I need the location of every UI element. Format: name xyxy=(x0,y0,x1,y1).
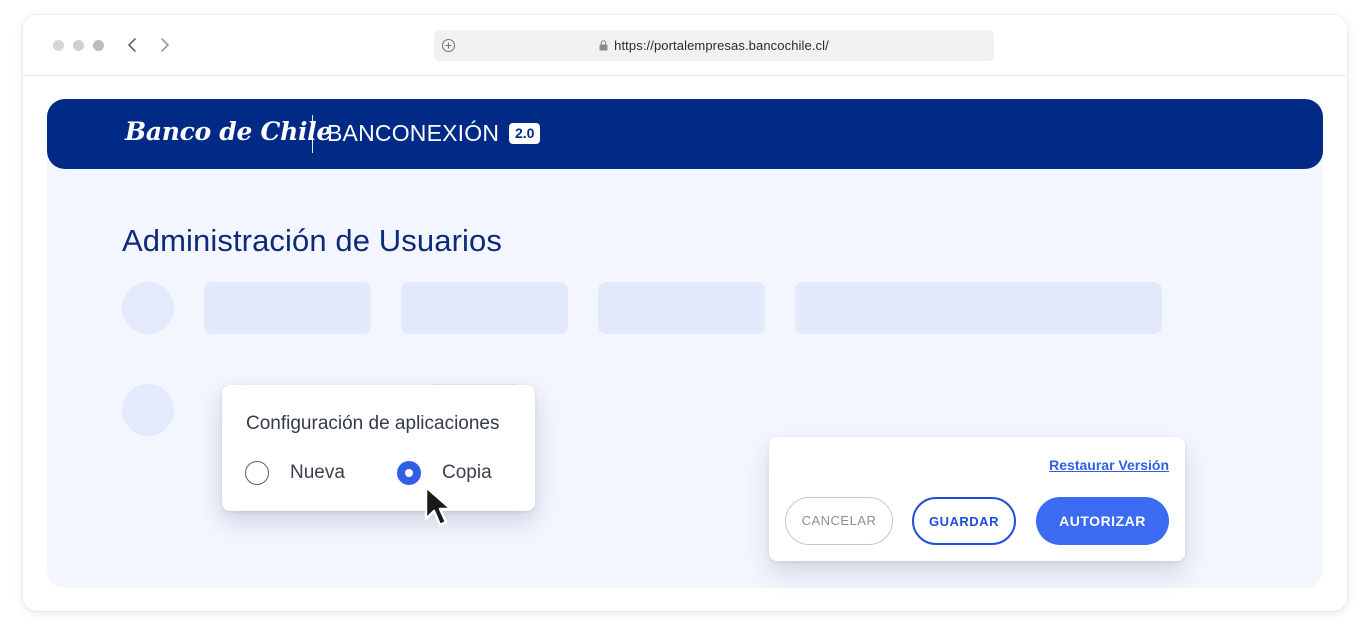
skeleton-block xyxy=(598,282,765,334)
product-name: BANCONEXIÓN xyxy=(327,120,500,146)
back-arrow-icon[interactable] xyxy=(123,35,141,55)
skeleton-block xyxy=(795,282,1162,334)
restore-version-link[interactable]: Restaurar Versión xyxy=(1049,457,1169,473)
window-close-dot[interactable] xyxy=(53,40,64,51)
browser-window: https://portalempresas.bancochile.cl/ Ba… xyxy=(23,15,1347,611)
forward-arrow-icon[interactable] xyxy=(156,35,174,55)
save-button[interactable]: GUARDAR xyxy=(912,497,1016,545)
page-content: Banco de Chile BANCONEXIÓN 2.0 Administr… xyxy=(47,99,1323,588)
bank-logo[interactable]: Banco de Chile xyxy=(125,117,332,146)
app-config-popover: Configuración de aplicaciones Nueva Copi… xyxy=(222,385,535,511)
url-text: https://portalempresas.bancochile.cl/ xyxy=(614,38,829,53)
version-badge: 2.0 xyxy=(509,123,541,144)
skeleton-block xyxy=(204,282,371,334)
skeleton-avatar xyxy=(122,282,174,334)
radio-copia[interactable] xyxy=(397,461,421,485)
popover-title: Configuración de aplicaciones xyxy=(246,413,500,434)
window-minimize-dot[interactable] xyxy=(73,40,84,51)
header-banner: Banco de Chile BANCONEXIÓN 2.0 xyxy=(47,99,1323,169)
lock-icon xyxy=(599,40,608,51)
skeleton-block xyxy=(401,282,568,334)
radio-label-nueva[interactable]: Nueva xyxy=(290,462,345,484)
banner-divider xyxy=(312,115,313,153)
radio-nueva[interactable] xyxy=(245,461,269,485)
action-card: Restaurar Versión CANCELAR GUARDAR AUTOR… xyxy=(769,437,1185,561)
page-title: Administración de Usuarios xyxy=(122,223,502,258)
browser-toolbar: https://portalempresas.bancochile.cl/ xyxy=(23,15,1347,76)
authorize-button[interactable]: AUTORIZAR xyxy=(1036,497,1169,545)
radio-label-copia[interactable]: Copia xyxy=(442,462,492,484)
skeleton-avatar xyxy=(122,384,174,436)
url-display[interactable]: https://portalempresas.bancochile.cl/ xyxy=(434,38,994,53)
window-zoom-dot[interactable] xyxy=(93,40,104,51)
address-bar[interactable]: https://portalempresas.bancochile.cl/ xyxy=(434,30,994,61)
cancel-button[interactable]: CANCELAR xyxy=(785,497,893,545)
mouse-cursor-icon xyxy=(424,485,453,527)
